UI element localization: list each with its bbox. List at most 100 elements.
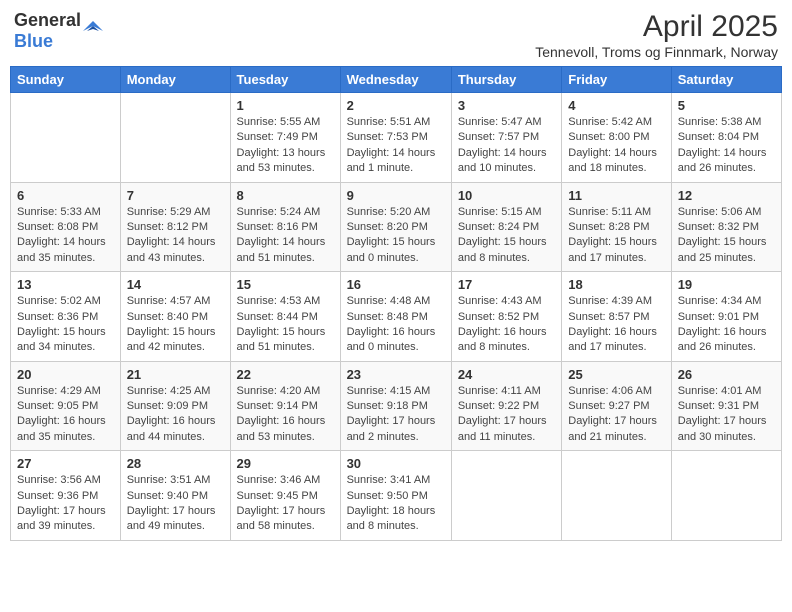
day-number: 9 [347,188,445,203]
calendar-cell [120,93,230,183]
logo: General Blue [14,10,103,52]
day-info: Sunrise: 4:53 AM Sunset: 8:44 PM Dayligh… [237,294,334,356]
day-number: 26 [678,367,775,382]
calendar-cell: 13 Sunrise: 5:02 AM Sunset: 8:36 PM Dayli… [11,272,121,362]
day-info: Sunrise: 5:38 AM Sunset: 8:04 PM Dayligh… [678,115,775,177]
calendar-cell [451,451,561,541]
calendar-cell: 29 Sunrise: 3:46 AM Sunset: 9:45 PM Dayli… [230,451,340,541]
day-info: Sunrise: 5:33 AM Sunset: 8:08 PM Dayligh… [17,205,114,267]
day-number: 13 [17,277,114,292]
calendar-cell: 5 Sunrise: 5:38 AM Sunset: 8:04 PM Daylig… [671,93,781,183]
calendar-cell: 21Sunrise: 4:25 AM Sunset: 9:09 PM Dayli… [120,361,230,451]
calendar-cell: 16Sunrise: 4:48 AM Sunset: 8:48 PM Dayli… [340,272,451,362]
day-info: Sunrise: 4:29 AM Sunset: 9:05 PM Dayligh… [17,384,114,446]
day-info: Sunrise: 4:57 AM Sunset: 8:40 PM Dayligh… [127,294,224,356]
day-number: 30 [347,456,445,471]
day-info: Sunrise: 3:51 AM Sunset: 9:40 PM Dayligh… [127,473,224,535]
day-info: Sunrise: 5:06 AM Sunset: 8:32 PM Dayligh… [678,205,775,267]
weekday-header-friday: Friday [562,67,671,93]
day-info: Sunrise: 5:02 AM Sunset: 8:36 PM Dayligh… [17,294,114,356]
day-info: Sunrise: 4:34 AM Sunset: 9:01 PM Dayligh… [678,294,775,356]
week-row-2: 6Sunrise: 5:33 AM Sunset: 8:08 PM Daylig… [11,182,782,272]
day-number: 22 [237,367,334,382]
day-number: 20 [17,367,114,382]
calendar-cell: 30Sunrise: 3:41 AM Sunset: 9:50 PM Dayli… [340,451,451,541]
calendar-cell: 23 Sunrise: 4:15 AM Sunset: 9:18 PM Dayli… [340,361,451,451]
week-row-5: 27 Sunrise: 3:56 AM Sunset: 9:36 PM Dayli… [11,451,782,541]
day-number: 14 [127,277,224,292]
weekday-header-saturday: Saturday [671,67,781,93]
page-header: General Blue April 2025 Tennevoll, Troms… [10,10,782,60]
day-info: Sunrise: 5:29 AM Sunset: 8:12 PM Dayligh… [127,205,224,267]
calendar-cell: 14 Sunrise: 4:57 AM Sunset: 8:40 PM Dayli… [120,272,230,362]
day-number: 16 [347,277,445,292]
day-number: 19 [678,277,775,292]
calendar-cell [671,451,781,541]
day-info: Sunrise: 4:25 AM Sunset: 9:09 PM Dayligh… [127,384,224,446]
day-info: Sunrise: 4:15 AM Sunset: 9:18 PM Dayligh… [347,384,445,446]
day-number: 4 [568,98,664,113]
logo-general: General [14,10,81,30]
day-number: 5 [678,98,775,113]
calendar-cell: 1 Sunrise: 5:55 AM Sunset: 7:49 PM Daylig… [230,93,340,183]
day-number: 28 [127,456,224,471]
day-number: 3 [458,98,555,113]
calendar-cell: 27 Sunrise: 3:56 AM Sunset: 9:36 PM Dayli… [11,451,121,541]
day-info: Sunrise: 5:55 AM Sunset: 7:49 PM Dayligh… [237,115,334,177]
calendar-cell: 24Sunrise: 4:11 AM Sunset: 9:22 PM Dayli… [451,361,561,451]
day-number: 11 [568,188,664,203]
day-number: 7 [127,188,224,203]
calendar-cell: 26 Sunrise: 4:01 AM Sunset: 9:31 PM Dayli… [671,361,781,451]
day-number: 12 [678,188,775,203]
day-number: 29 [237,456,334,471]
day-number: 1 [237,98,334,113]
calendar-cell: 28 Sunrise: 3:51 AM Sunset: 9:40 PM Dayli… [120,451,230,541]
day-number: 25 [568,367,664,382]
day-info: Sunrise: 4:20 AM Sunset: 9:14 PM Dayligh… [237,384,334,446]
weekday-header-row: SundayMondayTuesdayWednesdayThursdayFrid… [11,67,782,93]
logo-blue: Blue [14,31,53,51]
calendar-cell: 20 Sunrise: 4:29 AM Sunset: 9:05 PM Dayli… [11,361,121,451]
day-number: 23 [347,367,445,382]
week-row-4: 20 Sunrise: 4:29 AM Sunset: 9:05 PM Dayli… [11,361,782,451]
week-row-1: 1 Sunrise: 5:55 AM Sunset: 7:49 PM Daylig… [11,93,782,183]
calendar-cell: 19 Sunrise: 4:34 AM Sunset: 9:01 PM Dayli… [671,272,781,362]
day-info: Sunrise: 4:01 AM Sunset: 9:31 PM Dayligh… [678,384,775,446]
calendar-cell: 7 Sunrise: 5:29 AM Sunset: 8:12 PM Daylig… [120,182,230,272]
week-row-3: 13 Sunrise: 5:02 AM Sunset: 8:36 PM Dayli… [11,272,782,362]
calendar-cell: 12 Sunrise: 5:06 AM Sunset: 8:32 PM Dayli… [671,182,781,272]
calendar-cell: 22 Sunrise: 4:20 AM Sunset: 9:14 PM Dayli… [230,361,340,451]
calendar-title: April 2025 [535,10,778,44]
logo-icon [83,21,103,41]
day-info: Sunrise: 4:11 AM Sunset: 9:22 PM Dayligh… [458,384,555,446]
day-info: Sunrise: 3:46 AM Sunset: 9:45 PM Dayligh… [237,473,334,535]
calendar-cell: 17Sunrise: 4:43 AM Sunset: 8:52 PM Dayli… [451,272,561,362]
day-number: 17 [458,277,555,292]
day-number: 27 [17,456,114,471]
day-info: Sunrise: 5:11 AM Sunset: 8:28 PM Dayligh… [568,205,664,267]
calendar-cell: 6Sunrise: 5:33 AM Sunset: 8:08 PM Daylig… [11,182,121,272]
day-info: Sunrise: 5:42 AM Sunset: 8:00 PM Dayligh… [568,115,664,177]
calendar-cell: 3 Sunrise: 5:47 AM Sunset: 7:57 PM Daylig… [451,93,561,183]
calendar-cell: 4 Sunrise: 5:42 AM Sunset: 8:00 PM Daylig… [562,93,671,183]
calendar-table: SundayMondayTuesdayWednesdayThursdayFrid… [10,66,782,541]
calendar-cell: 25 Sunrise: 4:06 AM Sunset: 9:27 PM Dayli… [562,361,671,451]
logo-wordmark: General Blue [14,10,81,52]
day-info: Sunrise: 5:47 AM Sunset: 7:57 PM Dayligh… [458,115,555,177]
day-number: 10 [458,188,555,203]
day-info: Sunrise: 4:39 AM Sunset: 8:57 PM Dayligh… [568,294,664,356]
weekday-header-tuesday: Tuesday [230,67,340,93]
day-number: 18 [568,277,664,292]
day-info: Sunrise: 3:56 AM Sunset: 9:36 PM Dayligh… [17,473,114,535]
weekday-header-thursday: Thursday [451,67,561,93]
calendar-cell: 11 Sunrise: 5:11 AM Sunset: 8:28 PM Dayli… [562,182,671,272]
day-info: Sunrise: 5:15 AM Sunset: 8:24 PM Dayligh… [458,205,555,267]
day-number: 15 [237,277,334,292]
day-number: 2 [347,98,445,113]
calendar-cell [11,93,121,183]
weekday-header-wednesday: Wednesday [340,67,451,93]
title-block: April 2025 Tennevoll, Troms og Finnmark,… [535,10,778,60]
calendar-cell: 8Sunrise: 5:24 AM Sunset: 8:16 PM Daylig… [230,182,340,272]
calendar-cell: 2Sunrise: 5:51 AM Sunset: 7:53 PM Daylig… [340,93,451,183]
day-info: Sunrise: 4:06 AM Sunset: 9:27 PM Dayligh… [568,384,664,446]
